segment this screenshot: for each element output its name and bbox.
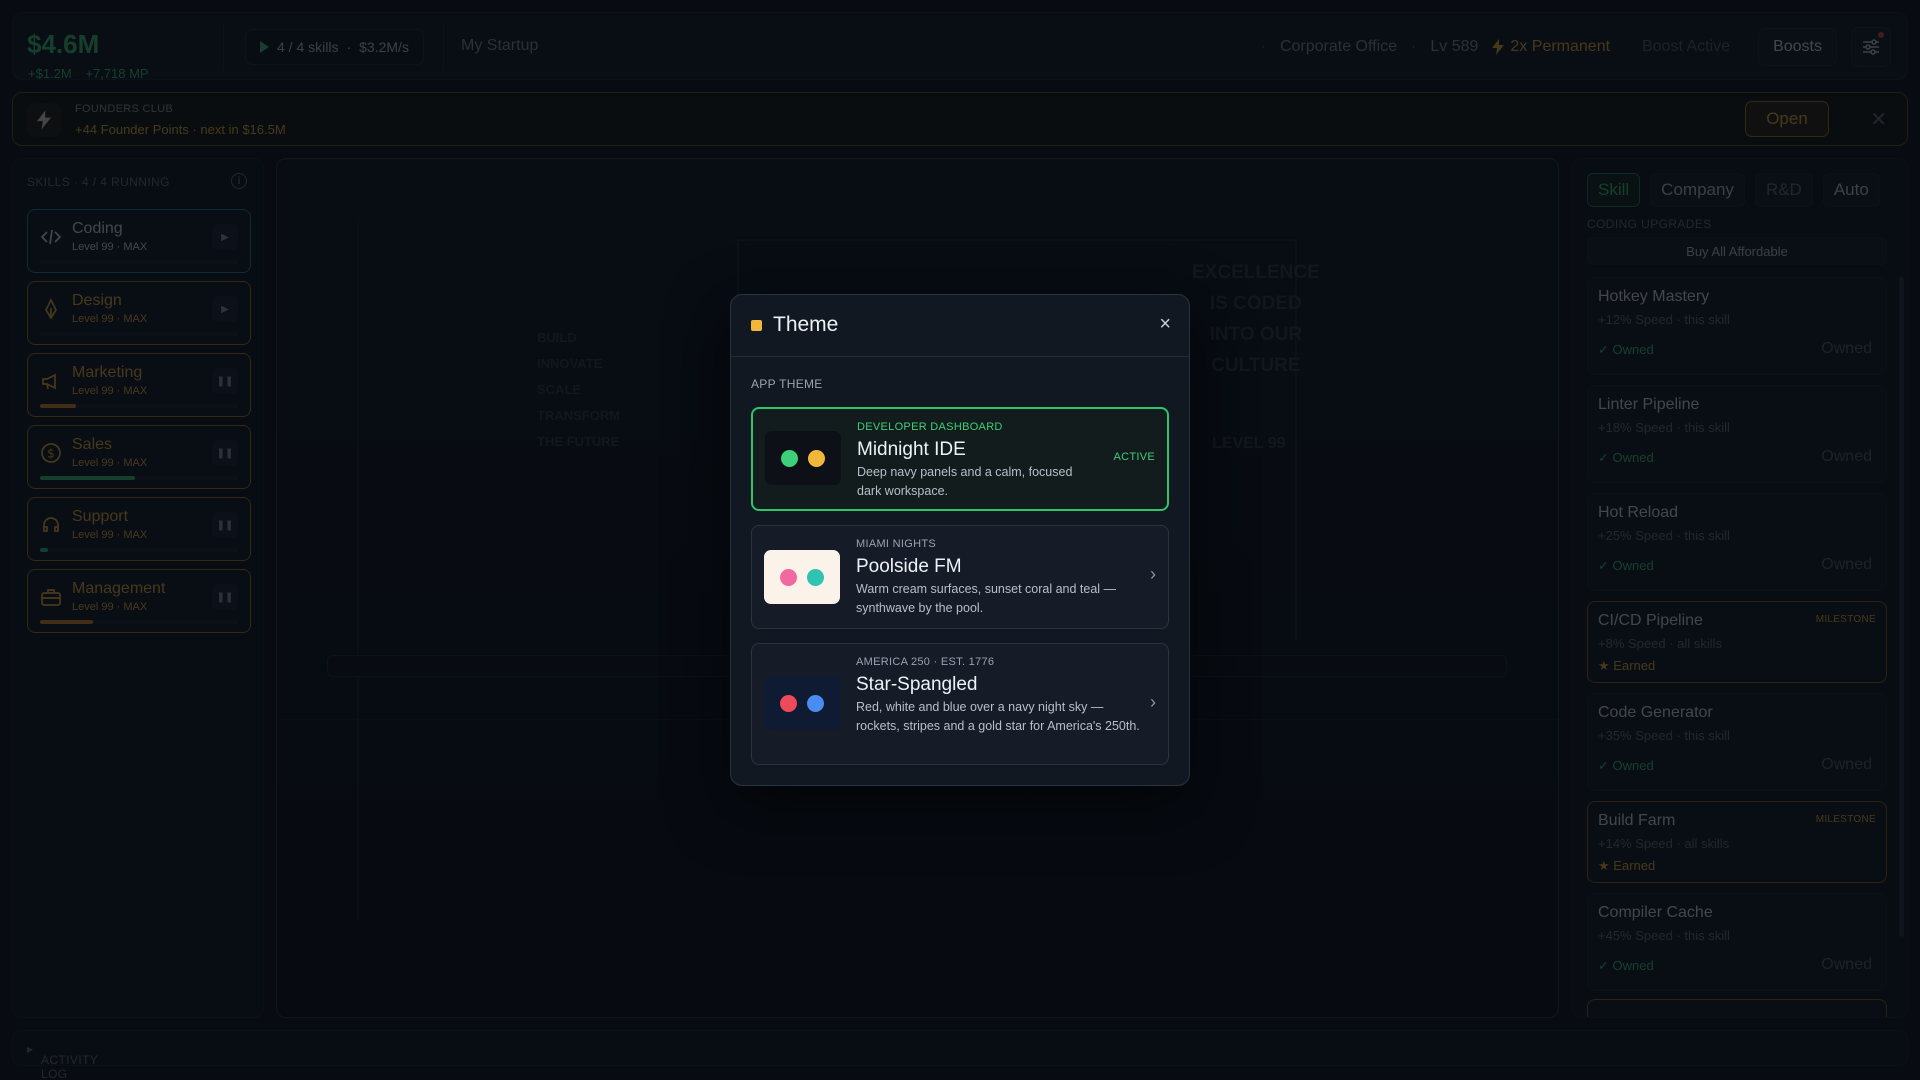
theme-swatch xyxy=(764,550,840,604)
theme-description: Red, white and blue over a navy night sk… xyxy=(856,700,1140,733)
theme-description: Warm cream surfaces, sunset coral and te… xyxy=(856,582,1117,615)
section-label: APP THEME xyxy=(751,377,823,391)
chevron-right-icon: › xyxy=(1150,692,1156,712)
theme-name: Midnight IDE xyxy=(857,439,966,460)
theme-name: Poolside FM xyxy=(856,556,962,577)
theme-card-midnight-ide[interactable]: DEVELOPER DASHBOARD Midnight IDE Deep na… xyxy=(751,407,1169,511)
theme-category: MIAMI NIGHTS xyxy=(856,538,936,550)
theme-swatch xyxy=(765,431,841,485)
theme-modal: Theme × APP THEME DEVELOPER DASHBOARD Mi… xyxy=(730,294,1190,786)
close-icon[interactable]: × xyxy=(1159,313,1171,336)
theme-category: DEVELOPER DASHBOARD xyxy=(857,421,1003,433)
active-badge: ACTIVE xyxy=(1113,451,1155,463)
modal-title: Theme xyxy=(773,313,839,336)
modal-header: Theme × xyxy=(731,295,1189,357)
theme-description: Deep navy panels and a calm, focused dar… xyxy=(857,465,1073,498)
theme-category: AMERICA 250 · EST. 1776 xyxy=(856,656,995,668)
chevron-right-icon: › xyxy=(1150,564,1156,584)
theme-square-icon xyxy=(751,320,762,331)
theme-swatch xyxy=(764,676,840,730)
theme-card-poolside-fm[interactable]: MIAMI NIGHTS Poolside FM Warm cream surf… xyxy=(751,525,1169,629)
theme-name: Star-Spangled xyxy=(856,674,978,695)
theme-card-star-spangled[interactable]: AMERICA 250 · EST. 1776 Star-Spangled Re… xyxy=(751,643,1169,765)
